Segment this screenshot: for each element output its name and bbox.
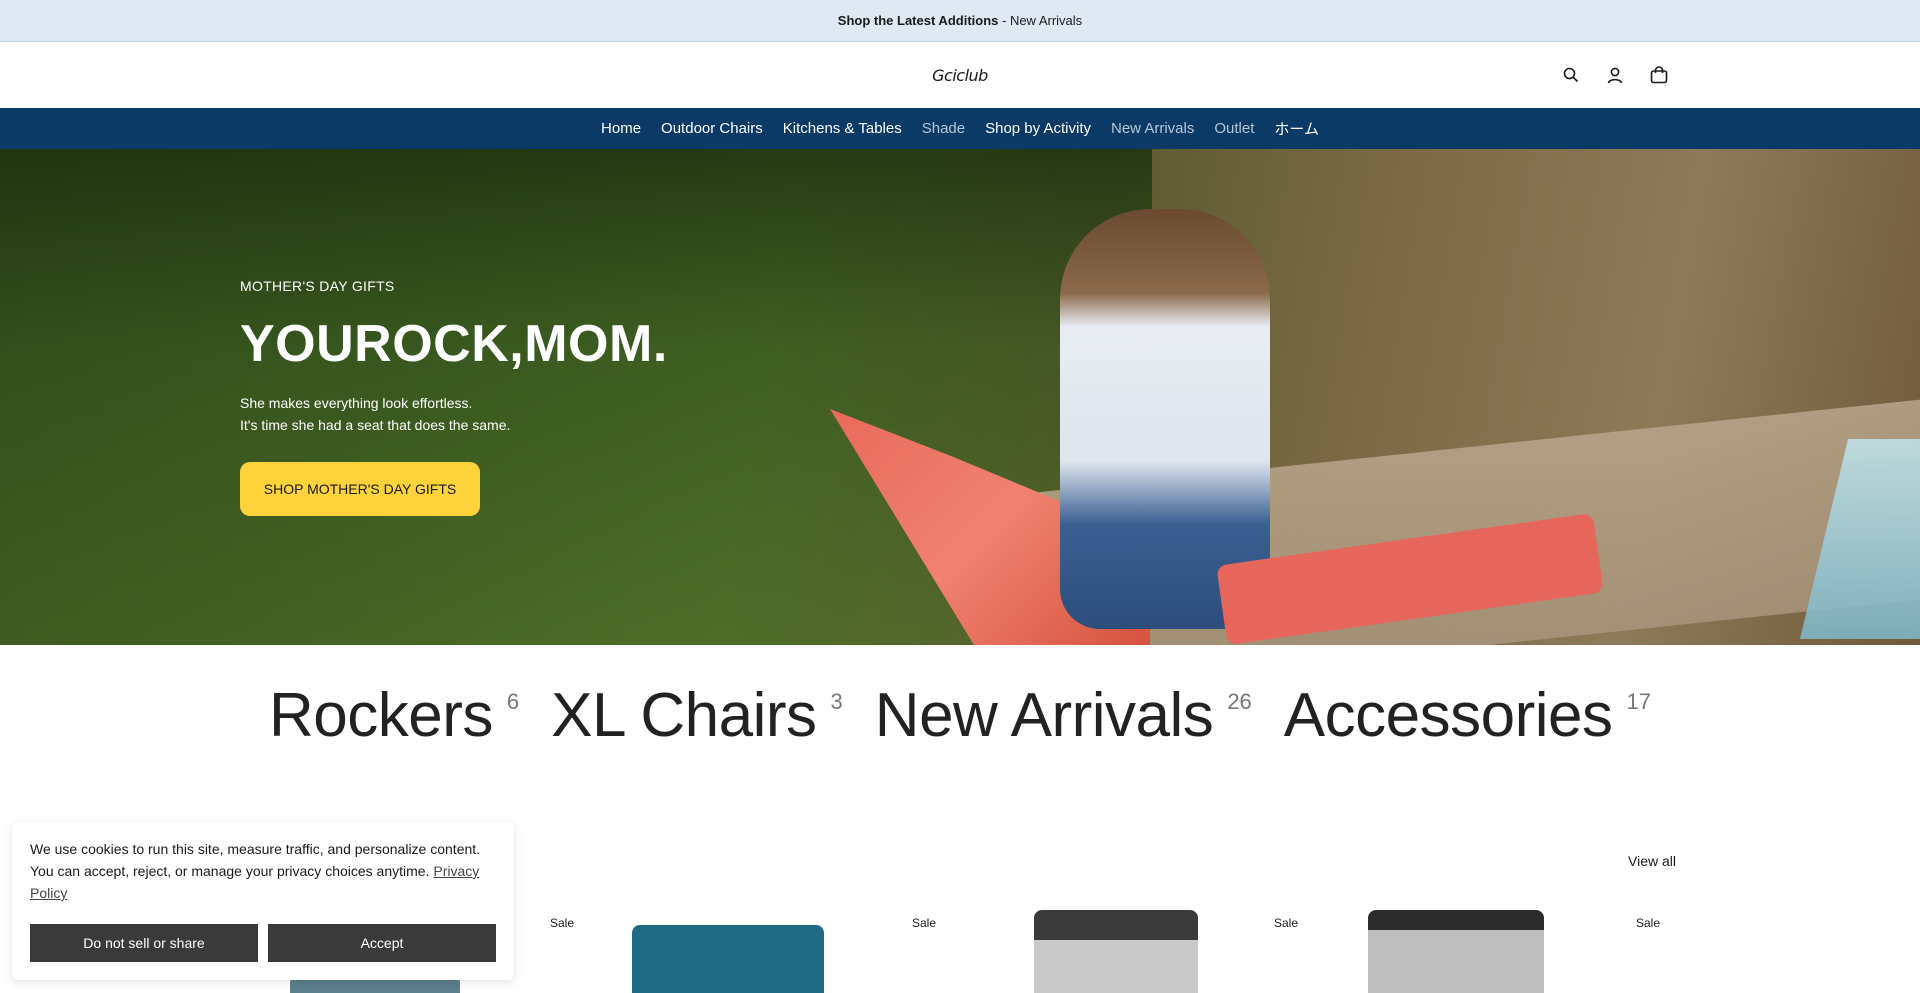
category-name: New Arrivals: [874, 681, 1214, 750]
nav-item-new-arrivals[interactable]: New Arrivals: [1111, 120, 1194, 137]
sale-badge: Sale: [1274, 916, 1299, 930]
category-rockers[interactable]: Rockers 6: [269, 685, 519, 747]
product-image[interactable]: [1368, 910, 1544, 993]
view-all-link[interactable]: View all: [1628, 853, 1676, 869]
announcement-link[interactable]: New Arrivals: [1010, 13, 1082, 28]
category-count: 17: [1626, 689, 1651, 714]
cookie-actions: Do not sell or share Accept: [30, 924, 496, 962]
nav-item-shop-by-activity[interactable]: Shop by Activity: [985, 120, 1091, 137]
category-count: 3: [830, 689, 843, 714]
hero-title: YOUROCK,MOM.: [240, 315, 668, 373]
product-image[interactable]: [632, 925, 824, 993]
do-not-sell-button[interactable]: Do not sell or share: [30, 924, 258, 962]
hero-content: MOTHER'S DAY GIFTS YOUROCK,MOM. She make…: [240, 149, 668, 645]
nav-item-kitchens-tables[interactable]: Kitchens & Tables: [783, 120, 902, 137]
shop-mothers-day-button[interactable]: SHOP MOTHER'S DAY GIFTS: [240, 462, 480, 516]
site-header: Gciclub: [0, 42, 1920, 108]
category-xl-chairs[interactable]: XL Chairs 3: [551, 685, 843, 747]
brand-logo[interactable]: Gciclub: [932, 66, 988, 85]
nav-item-home-jp[interactable]: ホーム: [1274, 118, 1319, 139]
announcement-bar: Shop the Latest Additions - New Arrivals: [0, 0, 1920, 42]
nav-item-outdoor-chairs[interactable]: Outdoor Chairs: [661, 120, 763, 137]
cookie-message-text: We use cookies to run this site, measure…: [30, 841, 481, 879]
sale-badge: Sale: [1636, 916, 1661, 930]
header-icons: [1560, 42, 1670, 108]
category-accessories[interactable]: Accessories 17: [1284, 685, 1651, 747]
main-nav: Home Outdoor Chairs Kitchens & Tables Sh…: [0, 108, 1920, 149]
category-links: Rockers 6 XL Chairs 3 New Arrivals 26 Ac…: [0, 685, 1920, 747]
category-new-arrivals[interactable]: New Arrivals 26: [875, 685, 1252, 747]
account-icon[interactable]: [1604, 64, 1626, 86]
category-name: XL Chairs: [551, 681, 817, 750]
category-count: 26: [1227, 689, 1252, 714]
announcement-bold: Shop the Latest Additions: [837, 13, 999, 28]
nav-item-shade[interactable]: Shade: [922, 120, 965, 137]
announcement-separator: -: [998, 13, 1010, 28]
hero-subtitle: She makes everything look effortless. It…: [240, 392, 668, 436]
hero-subtitle-line-2: It's time she had a seat that does the s…: [240, 417, 511, 433]
cookie-banner: We use cookies to run this site, measure…: [12, 822, 514, 980]
cookie-message: We use cookies to run this site, measure…: [30, 838, 496, 904]
sale-badge: Sale: [550, 916, 575, 930]
sale-badge: Sale: [912, 916, 937, 930]
hero-eyebrow: MOTHER'S DAY GIFTS: [240, 278, 395, 294]
nav-item-outlet[interactable]: Outlet: [1214, 120, 1254, 137]
hero-banner: MOTHER'S DAY GIFTS YOUROCK,MOM. She make…: [0, 149, 1920, 645]
category-name: Accessories: [1283, 681, 1613, 750]
category-count: 6: [506, 689, 520, 714]
category-name: Rockers: [268, 681, 493, 750]
accept-cookies-button[interactable]: Accept: [268, 924, 496, 962]
nav-item-home[interactable]: Home: [601, 120, 641, 137]
hero-subtitle-line-1: She makes everything look effortless.: [240, 395, 473, 411]
search-icon[interactable]: [1560, 64, 1582, 86]
product-image[interactable]: [1034, 910, 1198, 993]
cart-icon[interactable]: [1648, 64, 1670, 86]
